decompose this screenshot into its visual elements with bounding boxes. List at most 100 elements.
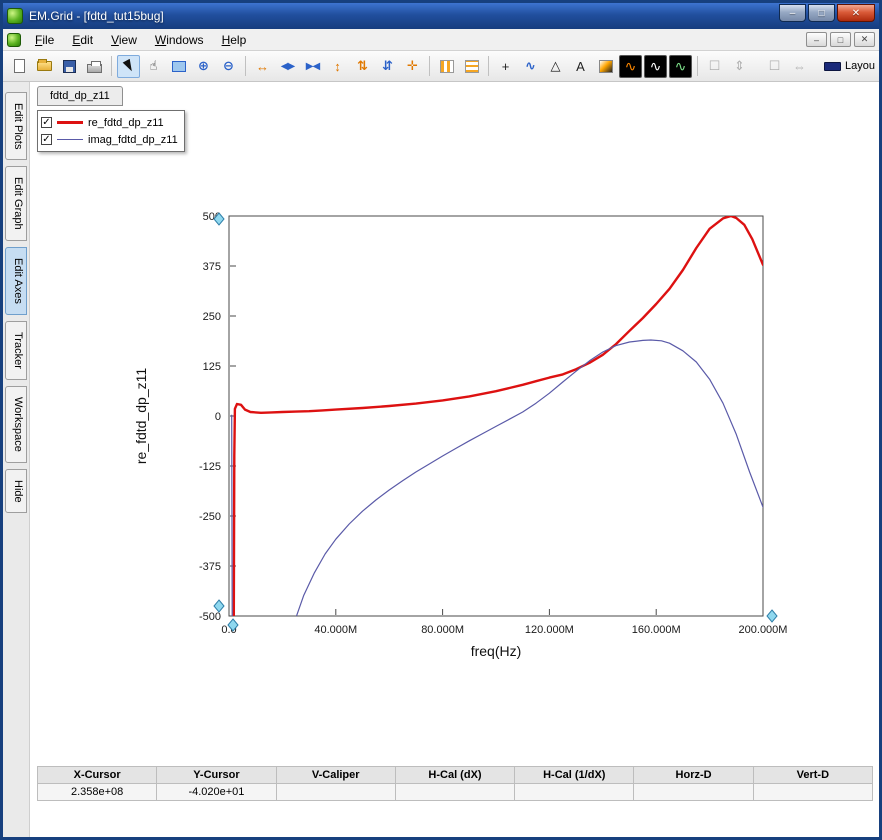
expand-x-button[interactable]: ↔ [251,55,274,78]
new-document-icon [14,59,25,73]
horz-d-value [634,784,753,801]
cursor-readout-table: X-Cursor Y-Cursor V-Caliper H-Cal (dX) H… [37,766,873,801]
legend-label-re: re_fdtd_dp_z11 [88,117,164,129]
svg-text:re_fdtd_dp_z11: re_fdtd_dp_z11 [133,368,149,464]
waveform-1-button[interactable]: ∿ [619,55,642,78]
pointer-tool-button[interactable] [117,55,140,78]
mdi-close-button[interactable]: ✕ [854,32,875,47]
col-x-cursor: X-Cursor [38,767,157,784]
svg-text:200.000M: 200.000M [739,624,788,636]
sidebar-tab-edit-plots[interactable]: Edit Plots [5,92,27,160]
toolbar-separator [697,56,698,76]
window-controls: – □ ✕ [779,3,875,29]
title-bar[interactable]: EM.Grid - [fdtd_tut15bug] – □ ✕ [3,3,879,29]
vert-d-value [754,784,873,801]
add-text-button[interactable]: A [569,55,592,78]
minimize-button[interactable]: – [779,4,806,22]
menu-app-icon[interactable] [7,33,21,47]
sync-h-check-button[interactable]: ☐ [763,55,786,78]
zoom-out-button[interactable]: ⊖ [217,55,240,78]
sidebar-tab-edit-axes[interactable]: Edit Axes [5,247,27,315]
menu-file[interactable]: File [27,31,62,49]
app-window: EM.Grid - [fdtd_tut15bug] – □ ✕ File Edi… [0,0,882,840]
print-icon [87,64,102,73]
pointer-icon [122,59,135,73]
scroll-x-button[interactable]: ◀▶ [276,55,299,78]
menu-bar: File Edit View Windows Help – □ ✕ [3,29,879,51]
h-cal-1dx-value [515,784,634,801]
col-h-cal-1dx: H-Cal (1/dX) [515,767,634,784]
close-button[interactable]: ✕ [837,4,875,22]
legend-item: ✓ imag_fdtd_dp_z11 [41,131,178,148]
toolbar: ☝ ⊕ ⊖ ↔ ◀▶ ▶◀ ↕ ⇅ ⇵ ✛ + ∿ △ A ∿ ∿ ∿ ☐ ⇕ … [3,51,879,82]
sync-v-check-button[interactable]: ☐ [703,55,726,78]
maximize-button[interactable]: □ [808,4,835,22]
sidebar: Edit Plots Edit Graph Edit Axes Tracker … [3,82,30,837]
shrink-x-button[interactable]: ▶◀ [301,55,324,78]
svg-text:-250: -250 [199,511,221,523]
waveform-3-button[interactable]: ∿ [669,55,692,78]
open-folder-icon [37,61,52,71]
col-h-cal-dx: H-Cal (dX) [396,767,515,784]
sidebar-tab-edit-graph[interactable]: Edit Graph [5,166,27,241]
window-title: EM.Grid - [fdtd_tut15bug] [29,9,773,23]
shrink-y-button[interactable]: ⇵ [376,55,399,78]
save-icon [63,60,76,73]
legend-label-imag: imag_fdtd_dp_z11 [88,134,178,146]
sync-v-arrows-button[interactable]: ⇕ [728,55,751,78]
app-icon [7,8,23,24]
colormap-button[interactable] [594,55,617,78]
layout-button[interactable]: Layou [824,60,875,72]
cursor-table-value-row: 2.358e+08 -4.020e+01 [38,784,873,801]
legend-checkbox-imag[interactable]: ✓ [41,134,52,145]
pan-tool-button[interactable]: ☝ [142,55,165,78]
chart-svg[interactable]: 5003752501250-125-250-375-5000.040.000M8… [126,190,826,690]
zoom-window-button[interactable] [167,55,190,78]
expand-y-button[interactable]: ↕ [326,55,349,78]
rows-view-icon [465,60,479,73]
svg-text:-500: -500 [199,611,221,623]
main-area: Edit Plots Edit Graph Edit Axes Tracker … [3,82,879,837]
slope-marker-button[interactable]: △ [544,55,567,78]
toolbar-separator [111,56,112,76]
menu-edit[interactable]: Edit [64,31,101,49]
sidebar-tab-hide[interactable]: Hide [5,469,27,514]
svg-text:0: 0 [215,411,221,423]
menu-view[interactable]: View [103,31,145,49]
zoom-in-button[interactable]: ⊕ [192,55,215,78]
v-caliper-value [277,784,396,801]
edit-curve-button[interactable]: ∿ [519,55,542,78]
col-horz-d: Horz-D [634,767,753,784]
rows-view-button[interactable] [460,55,483,78]
legend-checkbox-re[interactable]: ✓ [41,117,52,128]
scroll-y-button[interactable]: ⇅ [351,55,374,78]
sync-h-arrows-button[interactable]: ⇔ [788,55,811,78]
col-y-cursor: Y-Cursor [157,767,276,784]
print-button[interactable] [83,55,106,78]
fit-all-button[interactable]: ✛ [401,55,424,78]
svg-text:160.000M: 160.000M [632,624,681,636]
toolbar-separator [245,56,246,76]
col-vert-d: Vert-D [754,767,873,784]
columns-view-icon [440,60,454,73]
toolbar-separator [429,56,430,76]
waveform-2-button[interactable]: ∿ [644,55,667,78]
mdi-restore-button[interactable]: □ [830,32,851,47]
columns-view-button[interactable] [435,55,458,78]
y-cursor-value: -4.020e+01 [157,784,276,801]
document-tab[interactable]: fdtd_dp_z11 [37,86,123,106]
menu-windows[interactable]: Windows [147,31,212,49]
svg-text:-125: -125 [199,461,221,473]
sidebar-tab-tracker[interactable]: Tracker [5,321,27,380]
add-marker-button[interactable]: + [494,55,517,78]
new-document-button[interactable] [8,55,31,78]
save-button[interactable] [58,55,81,78]
svg-text:375: 375 [203,261,221,273]
svg-text:freq(Hz): freq(Hz) [471,643,522,659]
menu-help[interactable]: Help [214,31,255,49]
mdi-minimize-button[interactable]: – [806,32,827,47]
sidebar-tab-workspace[interactable]: Workspace [5,386,27,463]
toolbar-separator [488,56,489,76]
h-cal-dx-value [396,784,515,801]
open-button[interactable] [33,55,56,78]
